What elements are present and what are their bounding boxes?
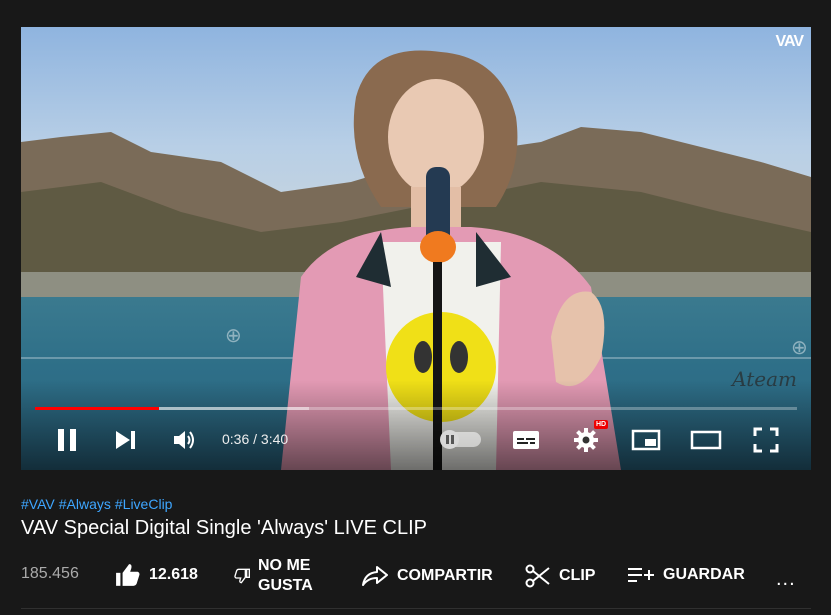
time-display: 0:36 / 3:40 — [222, 431, 289, 447]
video-title: VAV Special Digital Single 'Always' LIVE… — [21, 517, 427, 539]
volume-button[interactable] — [172, 422, 198, 458]
playlist-add-icon — [628, 568, 654, 582]
clip-button[interactable]: CLIP — [525, 564, 595, 588]
share-button[interactable]: COMPARTIR — [361, 564, 493, 588]
save-button[interactable]: GUARDAR — [627, 564, 745, 586]
thumbs-up-icon — [116, 564, 140, 586]
subtitles-icon — [513, 431, 539, 449]
dislike-label-line2: GUSTA — [258, 577, 313, 594]
pause-icon — [58, 429, 76, 451]
glass-logo-mark: ⊕ — [225, 325, 242, 347]
dislike-button[interactable]: NO ME GUSTA — [234, 556, 313, 596]
glass-logo-mark: ⊕ — [791, 337, 808, 359]
progress-bar[interactable] — [35, 407, 797, 410]
dislike-label-line1: NO ME — [258, 557, 311, 574]
pause-button[interactable] — [51, 422, 83, 458]
player-controls: 0:36 / 3:40 HD — [21, 420, 811, 458]
fullscreen-icon — [753, 427, 779, 453]
autoplay-toggle-knob — [440, 430, 459, 449]
theater-button[interactable] — [689, 422, 723, 458]
gear-icon — [574, 428, 598, 452]
subtitles-button[interactable] — [510, 422, 542, 458]
hashtag-link[interactable]: #VAV — [21, 496, 55, 512]
hashtag-link[interactable]: #LiveClip — [115, 496, 173, 512]
hashtag-link[interactable]: #Always — [59, 496, 111, 512]
skip-next-icon — [116, 431, 135, 449]
like-button[interactable]: 12.618 — [115, 562, 198, 588]
fullscreen-button[interactable] — [751, 422, 781, 458]
hashtag-list: #VAV #Always #LiveClip — [21, 496, 176, 512]
theater-mode-icon — [690, 430, 722, 450]
video-player[interactable]: ⊕ ⊕ VAV Ateam 0:36 / 3:40 HD — [21, 27, 811, 470]
scissors-icon — [525, 564, 550, 588]
more-options-icon: ... — [776, 568, 796, 590]
next-button[interactable] — [113, 422, 139, 458]
volume-icon — [174, 431, 194, 449]
autoplay-toggle[interactable] — [440, 430, 481, 449]
view-count: 185.456 — [21, 565, 79, 582]
miniplayer-button[interactable] — [630, 422, 662, 458]
progress-played — [35, 407, 160, 410]
divider — [21, 608, 811, 609]
autoplay-pause-icon — [445, 435, 454, 444]
share-arrow-icon — [362, 566, 388, 586]
like-count: 12.618 — [149, 566, 198, 583]
save-label: GUARDAR — [663, 566, 745, 583]
share-label: COMPARTIR — [397, 567, 493, 584]
dislike-label: NO ME GUSTA — [258, 556, 313, 596]
clip-label: CLIP — [559, 567, 596, 584]
thumbs-down-icon — [234, 568, 250, 584]
more-actions-button[interactable]: ... — [776, 568, 796, 591]
miniplayer-icon — [631, 429, 661, 451]
hd-badge: HD — [594, 420, 609, 429]
channel-watermark: VAV — [775, 33, 804, 50]
